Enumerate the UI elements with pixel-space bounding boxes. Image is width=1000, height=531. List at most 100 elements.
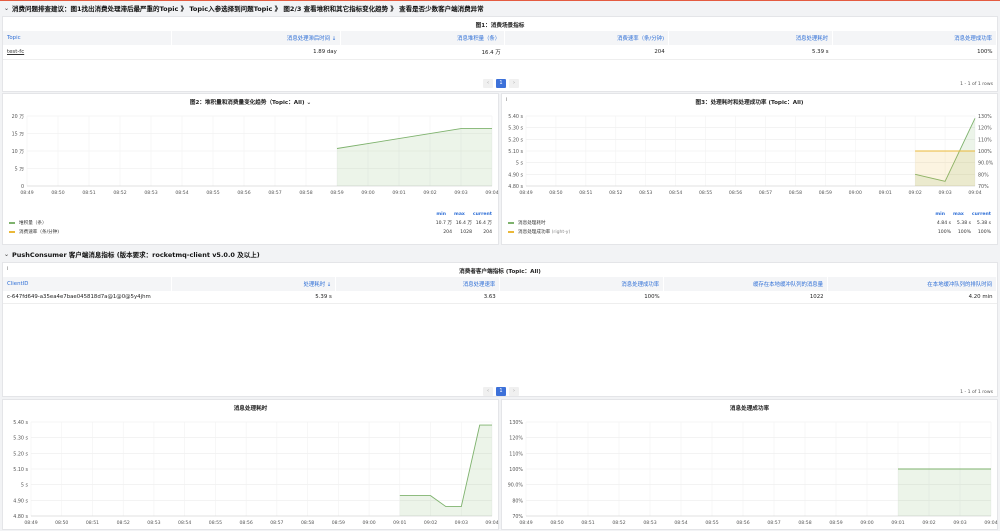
- table-cell: 100%: [832, 45, 997, 60]
- client-metrics-table: ClientID 处理耗时 ↓ 消息处理速率 消息处理成功率 缓存在本地缓冲队列…: [3, 277, 997, 304]
- x-tick-label: 09:02: [922, 520, 935, 526]
- legend-head-max: max: [454, 212, 465, 217]
- table-cell: 16.4 万: [340, 45, 505, 60]
- column-header[interactable]: 消息处理滞后时间 ↓: [171, 31, 342, 45]
- legend-min: 4.84 s: [936, 220, 951, 226]
- x-tick-label: 08:58: [798, 520, 811, 526]
- row-header-title: 消费问题排查建议：图1找出消费处理滞后最严重的Topic 》 Topic入参选择…: [12, 5, 484, 13]
- table-header-row: ClientID 处理耗时 ↓ 消息处理速率 消息处理成功率 缓存在本地缓冲队列…: [3, 277, 997, 291]
- column-header[interactable]: 消息处理成功率: [832, 31, 997, 45]
- x-tick-label: 08:57: [270, 520, 283, 526]
- x-tick-label: 08:59: [332, 520, 345, 526]
- next-page-button[interactable]: ›: [509, 387, 519, 396]
- legend-item[interactable]: 堆积量（条） 10.7 万 16.4 万 16.4 万: [9, 220, 492, 226]
- y-tick-label: 100%: [509, 467, 523, 473]
- legend-swatch: [9, 222, 15, 224]
- legend-label: 堆积量（条）: [19, 221, 47, 226]
- x-tick-label: 08:53: [144, 190, 157, 196]
- x-tick-label: 08:56: [736, 520, 749, 526]
- chart-legend: min max current 消息处理耗时 4.84 s 5.38 s 5.3…: [508, 212, 991, 235]
- legend-max: 1028: [460, 229, 472, 235]
- x-tick-label: 09:04: [984, 520, 997, 526]
- x-tick-label: 08:54: [178, 520, 191, 526]
- success-rate-chart: 70% 80% 90.0% 100% 110% 120% 130% 08:49 08:50 08:…: [508, 420, 998, 526]
- topic-link[interactable]: test-fc: [3, 45, 172, 60]
- x-tick-label: 09:01: [392, 190, 405, 196]
- x-tick-label: 09:02: [424, 520, 437, 526]
- page-button[interactable]: 1: [496, 79, 506, 88]
- legend-head-current: current: [472, 212, 492, 217]
- prev-page-button[interactable]: ‹: [483, 79, 493, 88]
- chevron-down-icon[interactable]: ⌄: [306, 100, 311, 106]
- x-tick-label: 08:59: [819, 190, 832, 196]
- panel-title[interactable]: 图2：堆积量和消费量变化趋势（Topic：All) ⌄: [3, 98, 498, 106]
- y2-tick-label: 90.0%: [978, 161, 994, 167]
- x-tick-label: 08:51: [82, 190, 95, 196]
- x-tick-label: 08:58: [299, 190, 312, 196]
- latency-success-chart: 4.80 s 4.90 s 5 s 5.10 s 5.20 s 5.30 s 5.40 s 7…: [508, 114, 994, 196]
- row-header-pushconsumer[interactable]: ⌄ PushConsumer 客户端消息指标 (版本要求：rocketmq-cl…: [0, 247, 1000, 261]
- column-header[interactable]: Topic: [3, 31, 173, 45]
- x-tick-label: 08:50: [549, 190, 562, 196]
- x-tick-label: 09:01: [879, 190, 892, 196]
- page-button[interactable]: 1: [496, 387, 506, 396]
- column-header[interactable]: 消息处理耗时: [668, 31, 834, 45]
- legend-item[interactable]: 消费速率（条/分钟) 204 1028 204: [9, 229, 492, 235]
- legend-header: min max current: [508, 212, 991, 217]
- legend-item[interactable]: 消息处理成功率 (right-y) 100% 100% 100%: [508, 229, 991, 235]
- x-tick-label: 09:01: [891, 520, 904, 526]
- column-header[interactable]: 消息处理成功率: [499, 277, 665, 291]
- x-tick-label: 08:50: [550, 520, 563, 526]
- legend-axis-tag: (right-y): [551, 230, 571, 235]
- x-tick-label: 08:49: [20, 190, 33, 196]
- panel-latency-success: i 图3：处理耗时和处理成功率 (Topic：All) 4.80 s 4.90 s…: [501, 93, 998, 245]
- table-cell: 3.63: [335, 291, 500, 304]
- y-tick-label: 5.20 s: [13, 451, 28, 457]
- y-tick-label: 4.90 s: [13, 498, 28, 504]
- table-cell: 4.20 min: [827, 291, 997, 304]
- x-tick-label: 08:56: [729, 190, 742, 196]
- x-tick-label: 09:03: [938, 190, 951, 196]
- x-tick-label: 08:58: [789, 190, 802, 196]
- table-cell: 1.89 day: [171, 45, 341, 60]
- next-page-button[interactable]: ›: [509, 79, 519, 88]
- column-header[interactable]: 消息处理速率: [335, 277, 501, 291]
- dashboard-page: ⌄ 消费问题排查建议：图1找出消费处理滞后最严重的Topic 》 Topic入参…: [0, 0, 1000, 531]
- y2-tick-label: 70%: [978, 184, 989, 190]
- column-header[interactable]: 消息堆积量（条）: [340, 31, 506, 45]
- legend-item[interactable]: 消息处理耗时 4.84 s 5.38 s 5.38 s: [508, 220, 991, 226]
- x-tick-label: 08:52: [113, 190, 126, 196]
- pagination: ‹ 1 ›: [483, 387, 519, 396]
- column-header[interactable]: ClientID: [3, 277, 173, 291]
- x-tick-label: 09:00: [849, 190, 862, 196]
- x-tick-label: 09:04: [485, 520, 498, 526]
- x-tick-label: 09:03: [454, 190, 467, 196]
- x-tick-label: 09:00: [362, 520, 375, 526]
- pagination: ‹ 1 ›: [483, 79, 519, 88]
- column-header[interactable]: 处理耗时 ↓: [171, 277, 337, 291]
- x-tick-label: 09:00: [361, 190, 374, 196]
- chevron-down-icon: ⌄: [4, 250, 10, 258]
- legend-header: min max current: [9, 212, 492, 217]
- panel-backlog-trend: 图2：堆积量和消费量变化趋势（Topic：All) ⌄ 0 5 万 10 万 15 万…: [2, 93, 499, 245]
- series-area: [898, 469, 991, 516]
- legend-current: 16.4 万: [475, 221, 492, 226]
- x-tick-label: 08:54: [669, 190, 682, 196]
- table-cell: 204: [504, 45, 669, 60]
- y-tick-label: 5 万: [15, 167, 25, 173]
- x-tick-label: 08:50: [55, 520, 68, 526]
- y-tick-label: 90.0%: [508, 483, 524, 489]
- x-tick-label: 08:49: [519, 520, 532, 526]
- column-header[interactable]: 在本地缓冲队列的排队时间: [827, 277, 997, 291]
- prev-page-button[interactable]: ‹: [483, 387, 493, 396]
- x-tick-label: 08:54: [175, 190, 188, 196]
- column-header[interactable]: 消费速率（条/分钟): [504, 31, 670, 45]
- y2-tick-label: 120%: [978, 126, 992, 132]
- x-tick-label: 08:59: [829, 520, 842, 526]
- x-tick-label: 08:52: [609, 190, 622, 196]
- row-header-troubleshoot[interactable]: ⌄ 消费问题排查建议：图1找出消费处理滞后最严重的Topic 》 Topic入参…: [0, 1, 1000, 15]
- column-header[interactable]: 缓存在本地缓冲队列的消息量: [663, 277, 829, 291]
- x-tick-label: 09:03: [455, 520, 468, 526]
- y-tick-label: 15 万: [12, 132, 25, 138]
- series-area: [399, 425, 492, 516]
